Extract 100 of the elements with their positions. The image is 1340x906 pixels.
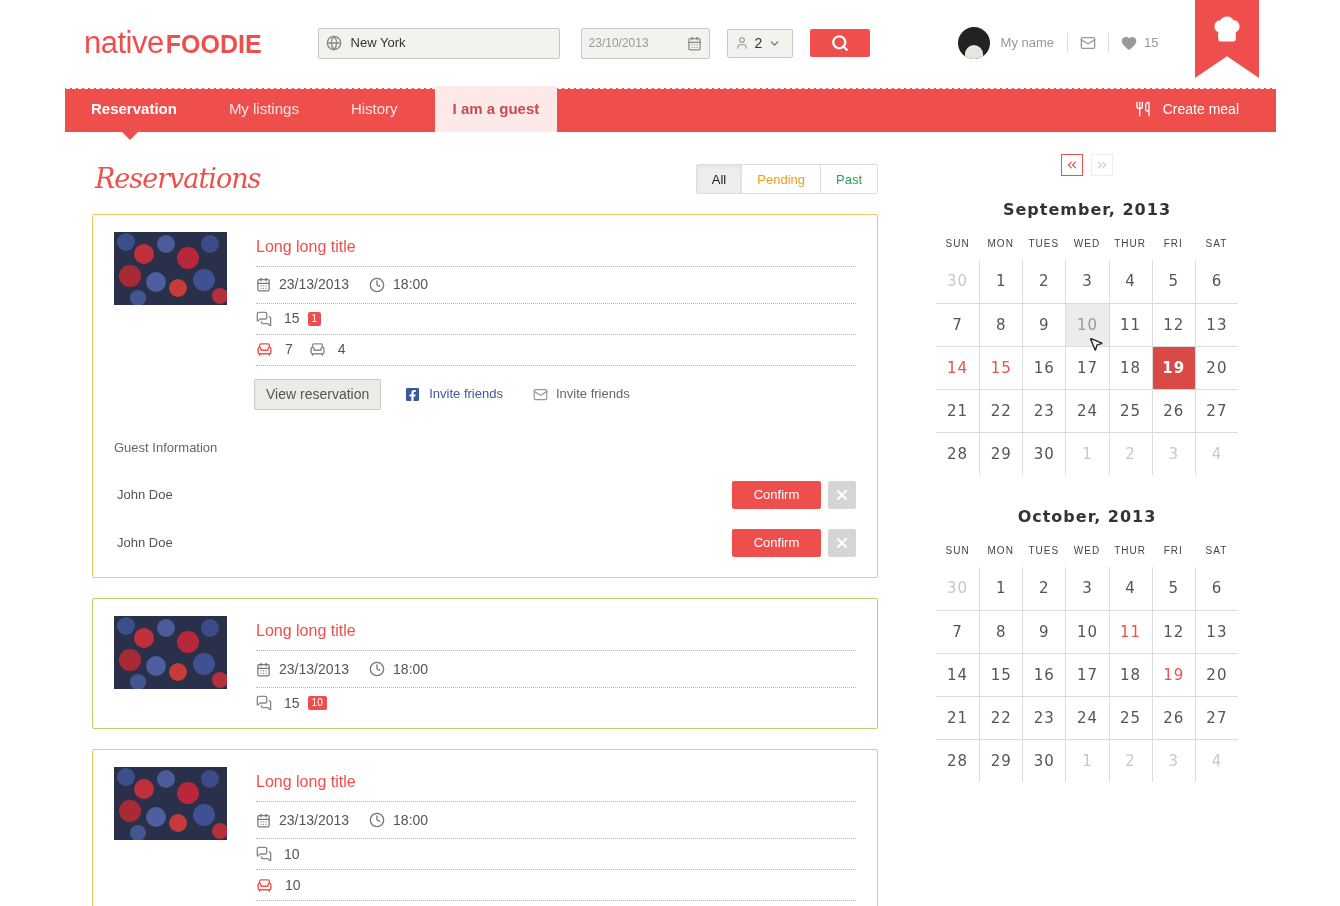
nav-tab[interactable]: Reservation [65, 86, 203, 132]
calendar-day[interactable]: 11 [1109, 304, 1152, 346]
calendar-day[interactable]: 7 [936, 304, 980, 346]
calendar-day[interactable]: 6 [1195, 567, 1238, 610]
weekday-label: TUES [1027, 544, 1061, 558]
calendar-day[interactable]: 29 [980, 740, 1023, 782]
calendar-day[interactable]: 26 [1152, 697, 1195, 739]
calendar-day[interactable]: 13 [1195, 611, 1238, 653]
double-right-icon [1095, 158, 1109, 172]
confirm-button[interactable]: Confirm [732, 481, 821, 509]
clock-icon [369, 812, 386, 828]
search-button[interactable] [809, 29, 870, 57]
calendar-day[interactable]: 1 [980, 567, 1023, 610]
calendar-day[interactable]: 19 [1152, 654, 1195, 696]
calendar-day[interactable]: 1 [980, 260, 1023, 303]
logo-light-text: native [84, 26, 164, 58]
calendar-day[interactable]: 4 [1109, 260, 1152, 303]
calendar-day[interactable]: 12 [1152, 304, 1195, 346]
calendar-day[interactable]: 20 [1195, 347, 1238, 389]
calendar-day[interactable]: 18 [1109, 347, 1152, 389]
calendar-day[interactable]: 5 [1152, 260, 1195, 303]
calendar-day[interactable]: 12 [1152, 611, 1195, 653]
calendar-day[interactable]: 27 [1195, 697, 1238, 739]
calendar-day[interactable]: 18 [1109, 654, 1152, 696]
clock-icon [369, 276, 386, 293]
filter-tab[interactable]: All [696, 165, 742, 194]
calendar-day[interactable]: 10 [1066, 611, 1109, 653]
calendar-day[interactable]: 27 [1195, 390, 1238, 432]
calendar-day[interactable]: 9 [1023, 611, 1066, 653]
calendar-day[interactable]: 28 [936, 433, 980, 475]
previous-month-button[interactable] [1061, 154, 1083, 176]
calendar-day[interactable]: 20 [1195, 654, 1238, 696]
search-icon [830, 34, 849, 52]
weekday-label: MON [986, 237, 1015, 251]
calendar-day[interactable]: 13 [1195, 304, 1238, 346]
calendar-day[interactable]: 28 [936, 740, 980, 782]
calendar-day[interactable]: 8 [980, 304, 1023, 346]
calendar-day[interactable]: 2 [1023, 567, 1066, 610]
logo-bold-text: FOODIE [165, 31, 262, 57]
calendar-day[interactable]: 17 [1066, 654, 1109, 696]
calendar-day[interactable]: 29 [980, 433, 1023, 475]
chef-ribbon[interactable] [1195, 0, 1259, 78]
reservation-title[interactable]: Long long title [256, 767, 856, 801]
calendar-day[interactable]: 17 [1066, 347, 1109, 389]
logo[interactable]: nativeFOODIE [84, 26, 262, 58]
next-month-button[interactable] [1091, 154, 1113, 176]
calendar-day[interactable]: 9 [1023, 304, 1066, 346]
calendar-day[interactable]: 23 [1023, 390, 1066, 432]
calendar-day[interactable]: 16 [1023, 654, 1066, 696]
weekday-label: TUES [1027, 237, 1061, 251]
avatar[interactable] [957, 27, 990, 59]
calendar-day[interactable]: 30 [1023, 433, 1066, 475]
comment-count: 15 [284, 309, 300, 328]
calendar-day[interactable]: 2 [1023, 260, 1066, 303]
calendar-day[interactable]: 30 [1023, 740, 1066, 782]
invite-email-link[interactable]: Invite friends [555, 384, 630, 404]
calendar-day[interactable]: 3 [1066, 567, 1109, 610]
invite-facebook-link[interactable]: Invite friends [429, 384, 503, 404]
calendar-day[interactable]: 22 [980, 697, 1023, 739]
calendar-day[interactable]: 3 [1066, 260, 1109, 303]
comment-count: 10 [284, 844, 300, 864]
page-title: Reservations [95, 162, 261, 196]
calendar-icon [256, 812, 271, 828]
calendar-day[interactable]: 16 [1023, 347, 1066, 389]
create-meal-button[interactable]: Create meal [1134, 86, 1276, 132]
calendar-day[interactable]: 24 [1066, 697, 1109, 739]
calendar-day[interactable]: 15 [980, 347, 1023, 389]
calendar-day[interactable]: 24 [1066, 390, 1109, 432]
reservation-time: 18:00 [393, 810, 429, 830]
reservation-title[interactable]: Long long title [256, 616, 856, 650]
calendar-day[interactable]: 26 [1152, 390, 1195, 432]
calendar-day[interactable]: 8 [980, 611, 1023, 653]
double-left-icon [1065, 158, 1079, 172]
calendar-day[interactable]: 6 [1195, 260, 1238, 303]
confirm-button[interactable]: Confirm [732, 529, 821, 557]
calendar-day[interactable]: 22 [980, 390, 1023, 432]
calendar-day[interactable]: 11 [1109, 611, 1152, 653]
location-field[interactable]: New York [317, 27, 560, 59]
reservation-title[interactable]: Long long title [256, 231, 856, 266]
calendar-day[interactable]: 5 [1152, 567, 1195, 610]
calendar-day[interactable]: 25 [1109, 697, 1152, 739]
calendar-day[interactable]: 14 [936, 654, 980, 696]
calendar-day[interactable]: 7 [936, 611, 980, 653]
calendar-day[interactable]: 14 [936, 347, 980, 389]
seat-count: 7 [285, 340, 293, 359]
calendar-day[interactable]: 21 [936, 390, 980, 432]
calendar-day[interactable]: 15 [980, 654, 1023, 696]
heart-icon[interactable] [1121, 35, 1138, 51]
calendar-day[interactable]: 19 [1152, 347, 1195, 389]
mail-icon[interactable] [1080, 35, 1097, 51]
calendar-day[interactable]: 23 [1023, 697, 1066, 739]
calendar-day[interactable]: 25 [1109, 390, 1152, 432]
guests-dropdown[interactable]: 2 [726, 28, 793, 58]
calendar-day[interactable]: 21 [936, 697, 980, 739]
calendar-day[interactable]: 4 [1109, 567, 1152, 610]
facebook-icon [405, 386, 421, 402]
nav-tab[interactable]: I am a guest [434, 86, 558, 132]
view-reservation-button[interactable]: View reservation [254, 378, 382, 410]
weekday-label: WED [1072, 544, 1102, 558]
filter-tab[interactable]: Past [820, 165, 877, 194]
